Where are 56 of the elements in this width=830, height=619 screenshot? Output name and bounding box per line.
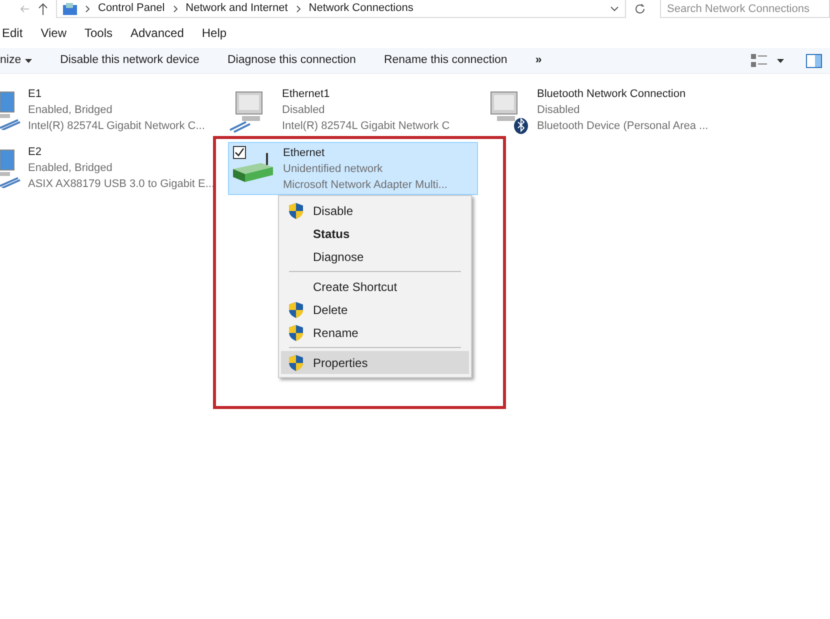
menu-item[interactable]: Advanced [130,24,184,42]
network-computer-icon [0,148,22,188]
connection-status: Enabled, Bridged [28,103,114,118]
connection-name: Bluetooth Network Connection [537,87,687,102]
connection-name: E1 [28,87,42,102]
menu-item[interactable]: Delete [281,298,469,321]
connection-item[interactable]: Ethernet1 Disabled Intel(R) 82574L Gigabit Network C [228,86,478,138]
address-bar[interactable]: Control Panel Network and Internet Network Connections [56,0,626,18]
device-name: Intel(R) 82574L Gigabit Network C... [28,119,205,134]
checkbox[interactable] [233,146,246,159]
toolbar-button[interactable]: Disable this network device [46,52,214,70]
toolbar-button[interactable]: Diagnose this connection [213,52,370,70]
breadcrumb-link[interactable]: Network and Internet [186,0,288,17]
connection-item[interactable]: E2 Enabled, Bridged ASIX AX88179 USB 3.0 to Gigabit E... [0,144,225,196]
menu-item[interactable]: Create Shortcut [281,275,469,298]
caret-icon[interactable] [777,58,784,62]
connection-item[interactable]: E1 Enabled, Bridged Intel(R) 82574L Gigabit Network C... [0,86,225,138]
menu-item[interactable]: View [40,24,66,42]
connection-status: Disabled [282,103,326,118]
preview-pane-icon[interactable] [806,54,822,68]
device-name: Microsoft Network Adapter Multi... [283,178,448,193]
connection-status: Enabled, Bridged [28,161,114,176]
network-folder-icon [63,2,77,14]
menu-item[interactable]: Rename [281,321,469,344]
connection-item[interactable]: Bluetooth Network Connection Disabled Bluetooth Device (Personal Area ... [483,86,733,138]
menu-item[interactable]: Status [281,222,469,245]
connection-status: Disabled [537,103,581,118]
chevron-right-icon [172,4,178,12]
chevron-down-icon[interactable] [610,6,619,12]
network-computer-icon [0,90,22,130]
toolbar-button[interactable]: Rename this connection [370,52,522,70]
refresh-icon[interactable] [634,3,646,15]
menu-item[interactable]: Diagnose [281,245,469,268]
menu-item[interactable]: Tools [84,24,112,42]
overflow-button[interactable]: » [521,52,556,70]
breadcrumb-link[interactable]: Network Connections [308,0,414,17]
menu-item[interactable]: Disable [281,199,469,222]
device-name: Bluetooth Device (Personal Area ... [537,119,708,134]
view-options-icon[interactable] [751,54,767,68]
connection-name: Ethernet [283,146,326,161]
chevron-right-icon [296,4,301,12]
menu-item[interactable]: Help [202,24,227,42]
selected-connection[interactable]: Ethernet Unidentified network Microsoft Network Adapter Multi... [228,142,478,195]
caret-icon[interactable] [25,58,32,62]
chevron-right-icon [85,4,90,12]
toolbar-button[interactable]: nize [0,52,26,70]
device-name: Intel(R) 82574L Gigabit Network C [282,119,450,134]
up-arrow-icon[interactable] [38,3,48,15]
connection-name: E2 [28,145,42,160]
breadcrumb-link[interactable]: Control Panel [98,0,165,17]
connection-status: Unidentified network [283,162,384,177]
menu-item[interactable]: Properties [281,351,469,374]
menu-item[interactable]: Edit [2,24,23,42]
device-name: ASIX AX88179 USB 3.0 to Gigabit E... [28,177,215,192]
connection-name: Ethernet1 [282,87,331,102]
search-field[interactable]: Search Network Connections [660,0,830,18]
